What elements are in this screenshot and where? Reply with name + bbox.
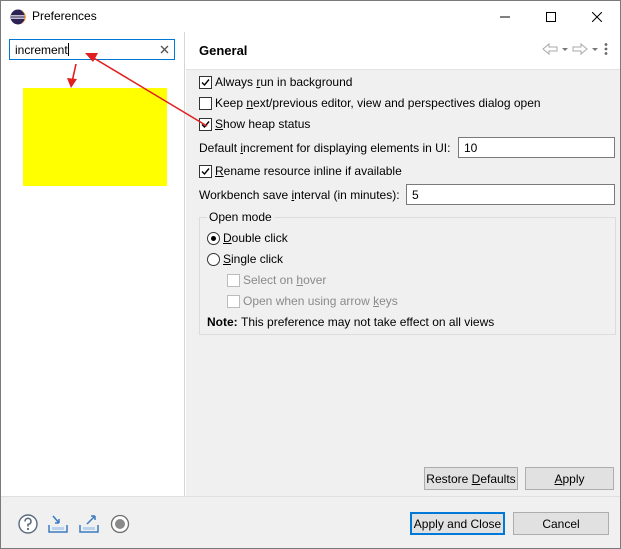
- option-label: Select on hover: [243, 273, 327, 287]
- double-click-option[interactable]: Double click: [207, 229, 288, 247]
- note-text: Note: This preference may not take effec…: [207, 313, 494, 331]
- checkmark-icon: [201, 78, 210, 86]
- button-label: Restore Defaults: [426, 471, 516, 486]
- checkmark-icon: [201, 167, 210, 175]
- maximize-icon: [546, 11, 556, 22]
- show-heap-status-option[interactable]: Show heap status: [199, 115, 310, 133]
- forward-icon[interactable]: [572, 42, 588, 56]
- help-icon[interactable]: [17, 513, 39, 535]
- filter-input[interactable]: increment: [9, 39, 175, 60]
- option-label: Single click: [223, 252, 284, 266]
- always-run-background-checkbox[interactable]: [199, 75, 212, 89]
- restore-defaults-button[interactable]: Restore Defaults: [424, 467, 518, 490]
- double-click-radio[interactable]: [207, 231, 220, 245]
- page-header: General: [186, 32, 620, 70]
- export-icon[interactable]: [78, 513, 100, 535]
- save-interval-label: Workbench save interval (in minutes):: [199, 188, 400, 202]
- clear-filter-icon[interactable]: [159, 44, 170, 55]
- open-mode-title: Open mode: [207, 210, 274, 224]
- option-label: Keep next/previous editor, view and pers…: [215, 96, 541, 110]
- window-title: Preferences: [32, 9, 97, 23]
- show-heap-status-checkbox[interactable]: [199, 117, 212, 131]
- option-label: Double click: [223, 231, 288, 245]
- select-on-hover-option: Select on hover: [227, 271, 326, 289]
- import-icon[interactable]: [47, 513, 69, 535]
- save-interval-input[interactable]: 5: [406, 184, 615, 205]
- default-increment-input[interactable]: 10: [458, 137, 615, 158]
- cancel-button[interactable]: Cancel: [513, 512, 609, 535]
- text-caret: [67, 43, 69, 56]
- close-icon: [592, 11, 602, 22]
- note-label: Note:: [207, 315, 238, 329]
- single-click-radio[interactable]: [207, 252, 220, 266]
- button-label: Apply: [554, 471, 585, 486]
- view-menu-icon[interactable]: [602, 42, 610, 56]
- option-label: Show heap status: [215, 117, 311, 131]
- keep-next-previous-option[interactable]: Keep next/previous editor, view and pers…: [199, 94, 541, 112]
- record-icon[interactable]: [109, 513, 131, 535]
- option-label: Open when using arrow keys: [243, 294, 398, 308]
- open-arrow-keys-checkbox: [227, 294, 240, 308]
- always-run-background-option[interactable]: Always run in background: [199, 73, 352, 91]
- keep-next-previous-checkbox[interactable]: [199, 96, 212, 110]
- select-on-hover-checkbox: [227, 273, 240, 287]
- checkmark-icon: [201, 120, 210, 128]
- open-mode-group: Open mode Double click Single click Sele…: [199, 210, 616, 335]
- dialog-button-bar: Apply and Close Cancel: [1, 496, 620, 548]
- forward-menu-icon[interactable]: [590, 42, 600, 56]
- apply-button[interactable]: Apply: [525, 467, 614, 490]
- minimize-icon: [500, 16, 510, 17]
- maximize-button[interactable]: [528, 1, 574, 32]
- page-navigation: [542, 42, 610, 56]
- back-icon[interactable]: [542, 42, 558, 56]
- single-click-option[interactable]: Single click: [207, 250, 283, 268]
- filter-text: increment: [15, 43, 68, 57]
- close-button[interactable]: [574, 1, 620, 32]
- option-label: Always run in background: [215, 75, 353, 89]
- highlight-overlay: [23, 88, 167, 186]
- page-title: General: [199, 43, 248, 58]
- default-increment-label: Default increment for displaying element…: [199, 141, 451, 155]
- note-message: This preference may not take effect on a…: [241, 315, 495, 329]
- preference-page: General Always run in background Keep ne…: [186, 32, 620, 496]
- back-menu-icon[interactable]: [560, 42, 570, 56]
- option-label: Rename resource inline if available: [215, 164, 402, 178]
- eclipse-icon: [10, 9, 26, 25]
- title-bar: Preferences: [1, 1, 620, 32]
- rename-inline-option[interactable]: Rename resource inline if available: [199, 162, 402, 180]
- rename-inline-checkbox[interactable]: [199, 164, 212, 178]
- open-arrow-keys-option: Open when using arrow keys: [227, 292, 398, 310]
- minimize-button[interactable]: [482, 1, 528, 32]
- preferences-window: Preferences increment General Always run…: [0, 0, 621, 549]
- apply-and-close-button[interactable]: Apply and Close: [410, 512, 505, 535]
